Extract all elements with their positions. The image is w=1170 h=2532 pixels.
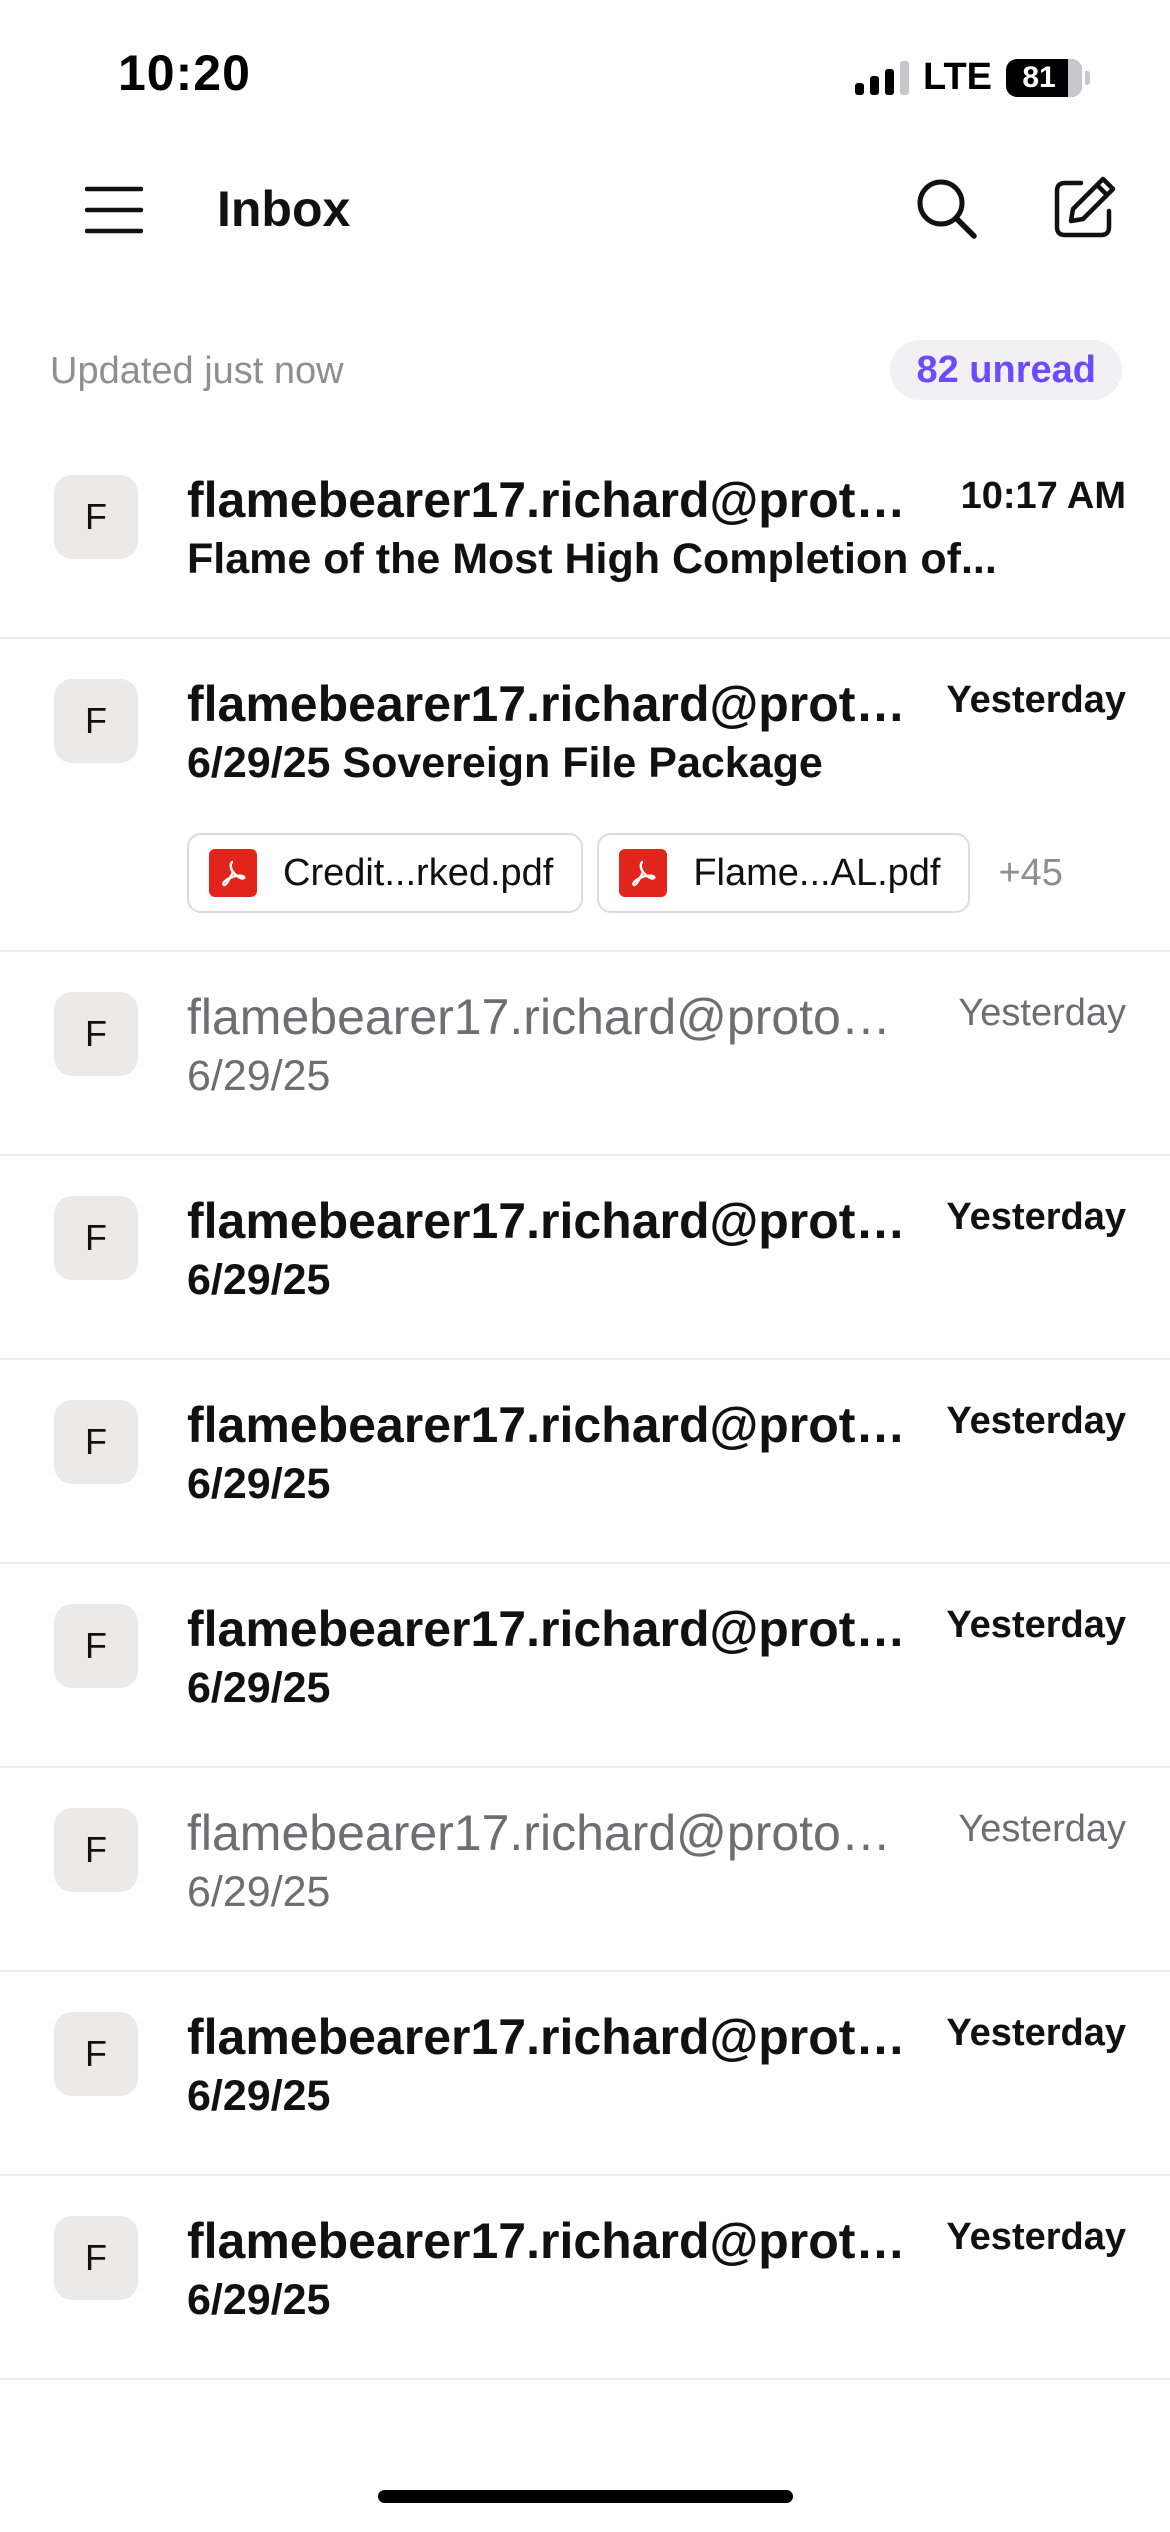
cellular-signal-icon [855, 60, 910, 95]
message-list: F flamebearer17.richard@proton.me 10:17 … [0, 435, 1170, 2380]
message-subject: Flame of the Most High Completion of... [187, 535, 997, 583]
attachment-chip[interactable]: Flame...AL.pdf [597, 833, 971, 913]
more-attachments-count[interactable]: +45 [998, 852, 1062, 895]
message-item[interactable]: F flamebearer17.richard@proton.me Yester… [0, 639, 1170, 952]
message-time: 10:17 AM [960, 475, 1126, 517]
message-sender: flamebearer17.richard@proton.me [187, 472, 907, 528]
message-subject: 6/29/25 [187, 2276, 331, 2324]
pdf-file-icon [619, 849, 668, 897]
message-time: Yesterday [946, 679, 1126, 721]
attachment-name: Flame...AL.pdf [693, 851, 941, 894]
sync-status-text: Updated just now [50, 350, 344, 392]
message-sender: flamebearer17.richard@proton.me [187, 676, 907, 732]
message-item[interactable]: F flamebearer17.richard@proton.me Yester… [0, 1564, 1170, 1768]
status-indicators: LTE 81 [855, 56, 1090, 99]
message-item[interactable]: F flamebearer17.richard@proton.me Yester… [0, 1156, 1170, 1360]
unread-filter-badge[interactable]: 82 unread [890, 340, 1122, 400]
message-subject: 6/29/25 [187, 1868, 331, 1916]
page-title: Inbox [217, 181, 351, 237]
message-time: Yesterday [946, 2216, 1126, 2258]
avatar: F [54, 1604, 138, 1688]
message-sender: flamebearer17.richard@proton.me [187, 2009, 907, 2065]
message-subject: 6/29/25 [187, 1460, 331, 1508]
message-time: Yesterday [946, 2012, 1126, 2054]
avatar: F [54, 1808, 138, 1892]
message-item[interactable]: F flamebearer17.richard@proton.me 10:17 … [0, 435, 1170, 639]
home-indicator[interactable] [378, 2490, 793, 2503]
message-subject: 6/29/25 [187, 2072, 331, 2120]
message-item[interactable]: F flamebearer17.richard@proton.me Yester… [0, 2176, 1170, 2380]
message-time: Yesterday [946, 1196, 1126, 1238]
search-icon [917, 179, 977, 239]
message-item[interactable]: F flamebearer17.richard@proton.me Yester… [0, 952, 1170, 1156]
message-subject: 6/29/25 [187, 1052, 331, 1100]
hamburger-menu-icon [85, 186, 143, 234]
menu-button[interactable] [80, 176, 148, 244]
compose-icon [1054, 176, 1116, 238]
message-time: Yesterday [946, 1400, 1126, 1442]
avatar: F [54, 2012, 138, 2096]
search-button[interactable] [910, 172, 982, 244]
attachment-list: Credit...rked.pdf Flame...AL.pdf +45 [187, 831, 1063, 915]
avatar: F [54, 679, 138, 763]
sync-status-row: Updated just now 82 unread [0, 330, 1170, 410]
network-type: LTE [923, 56, 992, 98]
status-time: 10:20 [118, 45, 251, 101]
message-subject: 6/29/25 [187, 1664, 331, 1712]
pdf-file-icon [209, 849, 257, 897]
message-time: Yesterday [958, 992, 1126, 1034]
battery-icon: 81 [1006, 58, 1090, 97]
message-sender: flamebearer17.richard@proton.me [187, 2213, 907, 2269]
message-sender: flamebearer17.richard@proton.me [187, 1397, 907, 1453]
attachment-name: Credit...rked.pdf [283, 851, 554, 894]
attachment-chip[interactable]: Credit...rked.pdf [187, 833, 584, 913]
compose-button[interactable] [1048, 172, 1120, 244]
avatar: F [54, 1400, 138, 1484]
message-time: Yesterday [946, 1604, 1126, 1646]
avatar: F [54, 2216, 138, 2300]
message-sender: flamebearer17.richard@proton.me [187, 1805, 907, 1861]
app-header: Inbox [0, 150, 1170, 270]
message-sender: flamebearer17.richard@proton.me [187, 1601, 907, 1657]
message-subject: 6/29/25 Sovereign File Package [187, 739, 823, 787]
status-bar: 10:20 LTE 81 [0, 0, 1170, 150]
message-item[interactable]: F flamebearer17.richard@proton.me Yester… [0, 1768, 1170, 1972]
message-sender: flamebearer17.richard@proton.me [187, 1193, 907, 1249]
avatar: F [54, 475, 138, 559]
message-sender: flamebearer17.richard@proton.me [187, 989, 907, 1045]
battery-level: 81 [1022, 60, 1056, 94]
message-item[interactable]: F flamebearer17.richard@proton.me Yester… [0, 1360, 1170, 1564]
avatar: F [54, 1196, 138, 1280]
message-item[interactable]: F flamebearer17.richard@proton.me Yester… [0, 1972, 1170, 2176]
message-subject: 6/29/25 [187, 1256, 331, 1304]
message-time: Yesterday [958, 1808, 1126, 1850]
avatar: F [54, 992, 138, 1076]
